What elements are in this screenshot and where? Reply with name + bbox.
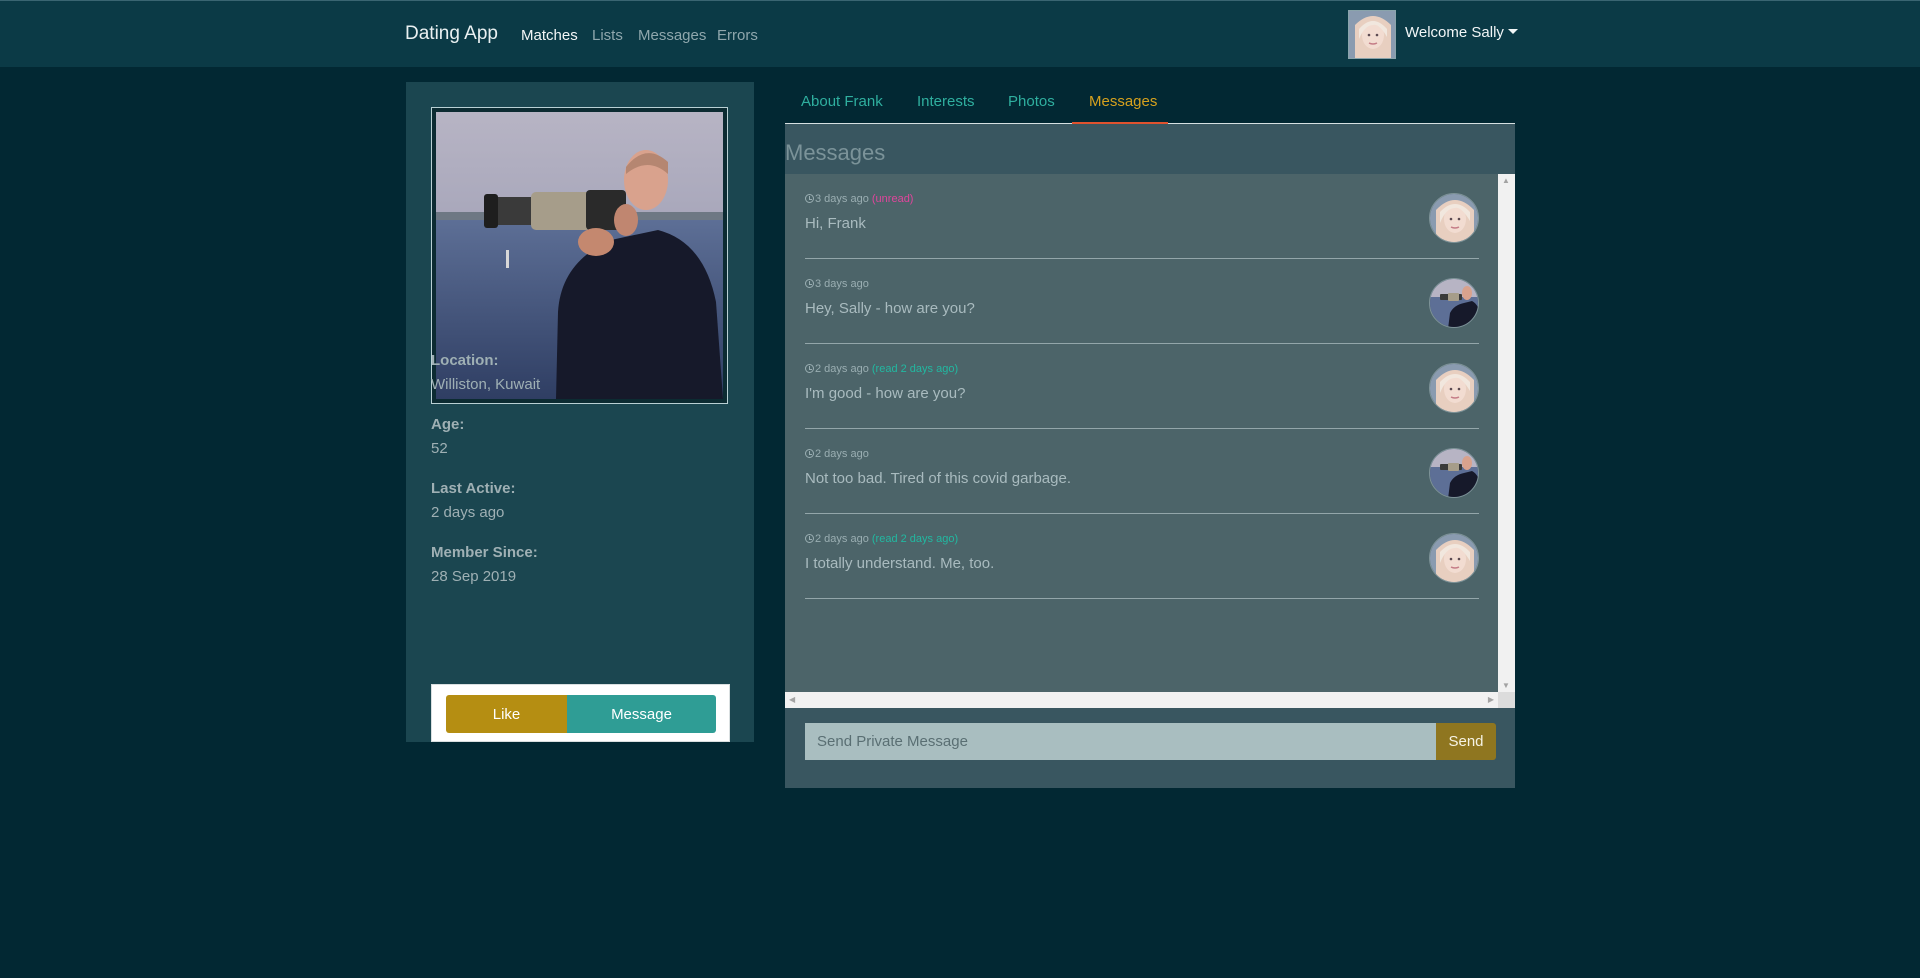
welcome-text: Welcome Sally: [1405, 24, 1504, 41]
sender-avatar: [1429, 193, 1479, 243]
message-item: 2 days ago (read 2 days ago) I totally u…: [805, 514, 1479, 599]
scroll-up-icon[interactable]: ▲: [1502, 176, 1510, 185]
clock-icon: [805, 194, 814, 203]
top-navbar: Dating App Matches Lists Messages Errors…: [0, 0, 1920, 67]
tab-messages[interactable]: Messages: [1089, 93, 1157, 110]
scroll-right-icon[interactable]: ▶: [1488, 695, 1494, 704]
tab-interests[interactable]: Interests: [917, 93, 975, 110]
nav-link-messages[interactable]: Messages: [638, 27, 706, 44]
message-text: Not too bad. Tired of this covid garbage…: [805, 470, 1071, 487]
profile-tabs: About Frank Interests Photos Messages: [785, 82, 1515, 125]
clock-icon: [805, 449, 814, 458]
message-status: (unread): [871, 193, 914, 205]
messages-heading: Messages: [785, 140, 886, 165]
message-thread[interactable]: 3 days ago (unread) Hi, Frank 3 days ago…: [785, 174, 1515, 708]
sender-avatar: [1429, 363, 1479, 413]
horizontal-scrollbar[interactable]: ◀ ▶: [785, 692, 1498, 708]
brand-link[interactable]: Dating App: [405, 23, 498, 45]
profile-card: Location: Williston, Kuwait Age: 52 Last…: [406, 82, 754, 742]
message-text: Hey, Sally - how are you?: [805, 300, 975, 317]
age-label: Age:: [431, 416, 465, 433]
sender-avatar: [1429, 533, 1479, 583]
messages-panel: Messages 3 days ago (unread) Hi, Frank 3…: [785, 124, 1515, 788]
message-item: 3 days ago Hey, Sally - how are you?: [805, 259, 1479, 344]
clock-icon: [805, 279, 814, 288]
scrollbar-corner: [1498, 692, 1515, 708]
sender-avatar: [1429, 448, 1479, 498]
nav-link-matches[interactable]: Matches: [521, 27, 578, 44]
message-text: I totally understand. Me, too.: [805, 555, 995, 572]
profile-actions: Like Message: [431, 684, 730, 742]
age-value: 52: [431, 440, 448, 457]
message-time: 3 days ago: [815, 193, 869, 205]
message-time: 2 days ago: [815, 448, 869, 460]
last-active-label: Last Active:: [431, 480, 516, 497]
send-button[interactable]: Send: [1436, 723, 1496, 760]
scroll-down-icon[interactable]: ▼: [1502, 681, 1510, 690]
private-message-input[interactable]: [805, 723, 1436, 760]
message-text: Hi, Frank: [805, 215, 866, 232]
member-since-label: Member Since:: [431, 544, 538, 561]
message-meta: 2 days ago (read 2 days ago): [805, 363, 958, 375]
last-active-value: 2 days ago: [431, 504, 505, 521]
message-meta: 3 days ago: [805, 278, 869, 290]
location-value: Williston, Kuwait: [431, 376, 541, 393]
message-meta: 3 days ago (unread): [805, 193, 913, 205]
tab-photos[interactable]: Photos: [1008, 93, 1055, 110]
tab-about[interactable]: About Frank: [801, 93, 883, 110]
user-avatar[interactable]: [1348, 10, 1396, 59]
member-since-value: 28 Sep 2019: [431, 568, 517, 585]
message-status: (read 2 days ago): [871, 533, 959, 545]
message-item: 3 days ago (unread) Hi, Frank: [805, 174, 1479, 259]
nav-link-errors[interactable]: Errors: [717, 27, 758, 44]
nav-link-lists[interactable]: Lists: [592, 27, 623, 44]
message-meta: 2 days ago: [805, 448, 869, 460]
message-item: 2 days ago (read 2 days ago) I'm good - …: [805, 344, 1479, 429]
caret-down-icon: [1507, 29, 1518, 34]
message-meta: 2 days ago (read 2 days ago): [805, 533, 958, 545]
vertical-scrollbar[interactable]: ▲ ▼: [1498, 174, 1515, 692]
message-time: 2 days ago: [815, 363, 869, 375]
scroll-left-icon[interactable]: ◀: [789, 695, 795, 704]
like-button[interactable]: Like: [446, 695, 567, 733]
message-text: I'm good - how are you?: [805, 385, 966, 402]
sender-avatar: [1429, 278, 1479, 328]
clock-icon: [805, 534, 814, 543]
message-button[interactable]: Message: [567, 695, 716, 733]
message-item: 2 days ago Not too bad. Tired of this co…: [805, 429, 1479, 514]
user-menu-toggle[interactable]: Welcome Sally: [1405, 24, 1518, 41]
message-time: 3 days ago: [815, 278, 869, 290]
message-time: 2 days ago: [815, 533, 869, 545]
location-label: Location:: [431, 352, 499, 369]
message-status: (read 2 days ago): [871, 363, 959, 375]
clock-icon: [805, 364, 814, 373]
